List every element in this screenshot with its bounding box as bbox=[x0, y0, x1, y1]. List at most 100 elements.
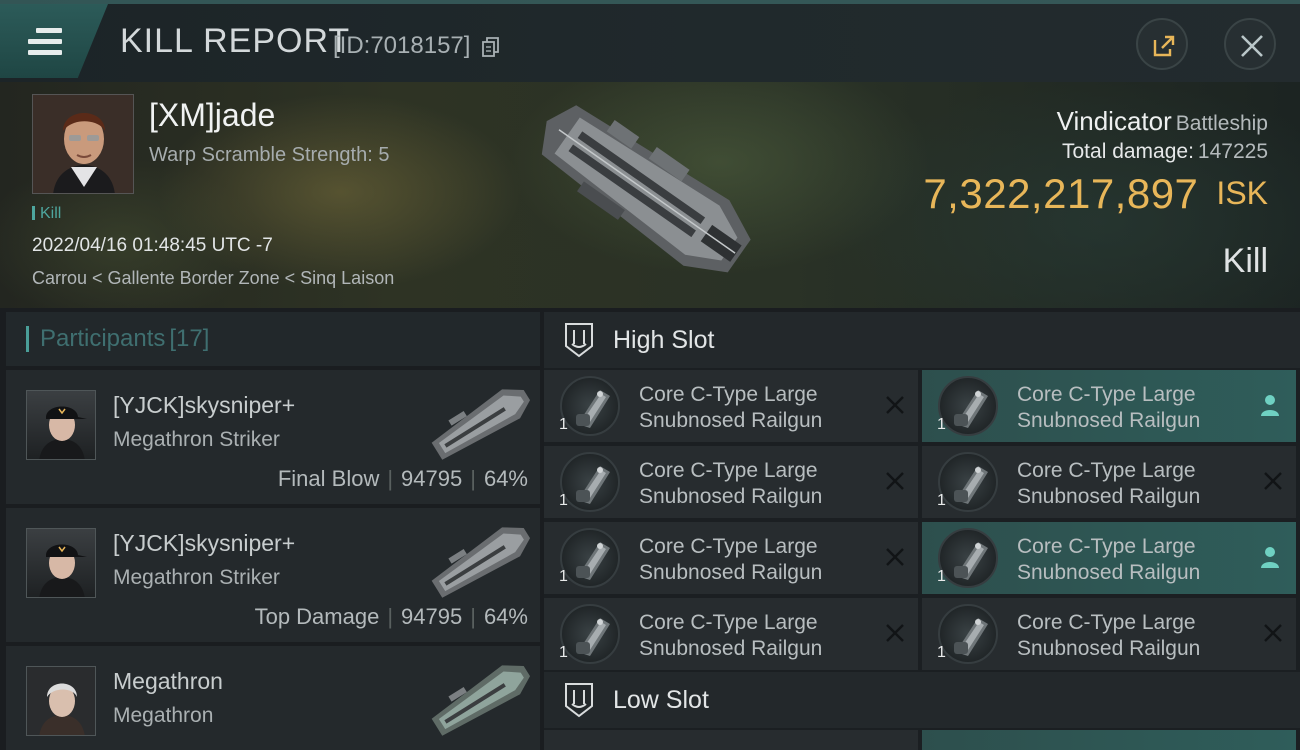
module-item[interactable]: 1 Core C-Type Large Snubnosed Railgun bbox=[922, 522, 1296, 594]
isk-value-line: 7,322,217,897 ISK bbox=[923, 170, 1268, 218]
module-row-partial bbox=[922, 730, 1296, 750]
module-row-partial bbox=[544, 730, 918, 750]
module-icon-frame bbox=[560, 452, 620, 512]
participant-name[interactable]: [YJCK]skysniper+ bbox=[113, 392, 295, 419]
module-name-line2: Snubnosed Railgun bbox=[1017, 561, 1201, 584]
module-quantity: 1 bbox=[559, 416, 568, 433]
module-name-line2: Snubnosed Railgun bbox=[639, 409, 823, 432]
separator: | bbox=[387, 604, 394, 629]
kill-tag-label: Kill bbox=[40, 205, 62, 222]
module-item[interactable]: 1 Core C-Type Large Snubnosed Railgun bbox=[922, 370, 1296, 442]
module-item[interactable]: 1 Core C-Type Large Snubnosed Railgun bbox=[544, 522, 918, 594]
participants-title-line: Participants [17] bbox=[40, 325, 209, 353]
participant-damage: 94795 bbox=[401, 466, 463, 491]
copy-icon[interactable] bbox=[482, 37, 500, 57]
railgun-icon bbox=[576, 466, 610, 504]
high-slot-icon bbox=[565, 323, 593, 358]
participant-avatar bbox=[26, 528, 96, 598]
kill-type-tag: Kill bbox=[32, 205, 61, 223]
module-name-line1: Core C-Type Large bbox=[639, 611, 818, 634]
high-slot-title: High Slot bbox=[613, 326, 715, 354]
railgun-icon bbox=[576, 618, 610, 656]
module-item[interactable]: 1 Core C-Type Large Snubnosed Railgun bbox=[544, 446, 918, 518]
module-name-line2: Snubnosed Railgun bbox=[639, 485, 823, 508]
total-damage-value: 147225 bbox=[1197, 140, 1268, 163]
menu-button[interactable] bbox=[0, 4, 108, 78]
module-name-line1: Core C-Type Large bbox=[1017, 383, 1196, 406]
module-name: Core C-Type Large Snubnosed Railgun bbox=[639, 534, 879, 586]
participant-row[interactable]: Megathron Megathron bbox=[6, 646, 540, 750]
header-accent-line bbox=[0, 0, 1300, 4]
module-name-line2: Snubnosed Railgun bbox=[639, 561, 823, 584]
isk-unit: ISK bbox=[1216, 175, 1268, 211]
menu-icon bbox=[28, 28, 62, 56]
victim-name[interactable]: [XM]jade bbox=[149, 97, 275, 134]
module-name-line1: Core C-Type Large bbox=[1017, 535, 1196, 558]
participants-header-bar bbox=[26, 326, 29, 352]
module-quantity: 1 bbox=[559, 644, 568, 661]
module-name: Core C-Type Large Snubnosed Railgun bbox=[1017, 534, 1257, 586]
module-quantity: 1 bbox=[937, 416, 946, 433]
kill-location[interactable]: Carrou < Gallente Border Zone < Sinq Lai… bbox=[32, 268, 394, 289]
module-name-line2: Snubnosed Railgun bbox=[1017, 637, 1201, 660]
railgun-icon bbox=[576, 390, 610, 428]
victim-ship-image[interactable] bbox=[520, 90, 770, 295]
module-icon-frame bbox=[938, 376, 998, 436]
module-item[interactable]: 1 Core C-Type Large Snubnosed Railgun bbox=[922, 446, 1296, 518]
destroyed-x-icon bbox=[886, 396, 904, 414]
kill-tag-bar bbox=[32, 206, 35, 220]
kill-datetime: 2022/04/16 01:48:45 UTC -7 bbox=[32, 235, 273, 256]
participant-stats: Final Blow | 94795 | 64% bbox=[278, 466, 528, 492]
railgun-icon bbox=[576, 542, 610, 580]
module-quantity: 1 bbox=[937, 644, 946, 661]
kill-result: Kill bbox=[1222, 242, 1268, 280]
low-slot-title: Low Slot bbox=[613, 686, 709, 714]
module-name-line2: Snubnosed Railgun bbox=[1017, 409, 1201, 432]
module-icon-frame bbox=[938, 604, 998, 664]
participant-row[interactable]: [YJCK]skysniper+ Megathron Striker Top D… bbox=[6, 508, 540, 642]
destroyed-x-icon bbox=[1264, 624, 1282, 642]
victim-summary: [XM]jade Warp Scramble Strength: 5 Kill … bbox=[0, 82, 1300, 308]
participant-row[interactable]: [YJCK]skysniper+ Megathron Striker Final… bbox=[6, 370, 540, 504]
destroyed-x-icon bbox=[1264, 472, 1282, 490]
separator: | bbox=[470, 466, 476, 491]
ship-class: Battleship bbox=[1175, 112, 1268, 135]
victim-portrait[interactable] bbox=[32, 94, 134, 194]
share-button[interactable] bbox=[1136, 18, 1188, 70]
participant-avatar bbox=[26, 666, 96, 736]
railgun-icon bbox=[954, 618, 988, 656]
railgun-icon bbox=[954, 542, 988, 580]
module-name-line2: Snubnosed Railgun bbox=[639, 637, 823, 660]
module-item[interactable]: 1 Core C-Type Large Snubnosed Railgun bbox=[544, 370, 918, 442]
report-id: [ID:7018157] bbox=[333, 32, 471, 59]
low-slot-icon bbox=[565, 683, 593, 718]
participant-name[interactable]: Megathron bbox=[113, 668, 223, 695]
victim-ship-line: Vindicator Battleship bbox=[1057, 106, 1268, 137]
module-name: Core C-Type Large Snubnosed Railgun bbox=[1017, 382, 1257, 434]
module-name: Core C-Type Large Snubnosed Railgun bbox=[639, 610, 879, 662]
participant-name[interactable]: [YJCK]skysniper+ bbox=[113, 530, 295, 557]
module-icon-frame bbox=[938, 452, 998, 512]
module-item[interactable]: 1 Core C-Type Large Snubnosed Railgun bbox=[922, 598, 1296, 670]
participant-percent: 64% bbox=[483, 466, 528, 491]
share-icon bbox=[1153, 35, 1175, 57]
separator: | bbox=[387, 466, 394, 491]
ship-name[interactable]: Vindicator bbox=[1057, 106, 1172, 136]
page-title: KILL REPORT bbox=[120, 22, 351, 60]
participant-ship-image bbox=[431, 665, 531, 736]
destroyed-x-icon bbox=[886, 624, 904, 642]
module-icon-frame bbox=[938, 528, 998, 588]
module-quantity: 1 bbox=[937, 492, 946, 509]
character-portrait-image bbox=[33, 95, 133, 193]
participant-ship: Megathron bbox=[113, 704, 214, 727]
module-name: Core C-Type Large Snubnosed Railgun bbox=[1017, 458, 1257, 510]
isk-value: 7,322,217,897 bbox=[923, 170, 1199, 217]
module-quantity: 1 bbox=[559, 492, 568, 509]
close-button[interactable] bbox=[1224, 18, 1276, 70]
module-item[interactable]: 1 Core C-Type Large Snubnosed Railgun bbox=[544, 598, 918, 670]
participant-ship: Megathron Striker bbox=[113, 428, 280, 451]
warp-scramble-strength: Warp Scramble Strength: 5 bbox=[149, 144, 390, 166]
module-name: Core C-Type Large Snubnosed Railgun bbox=[639, 458, 879, 510]
railgun-icon bbox=[954, 390, 988, 428]
module-quantity: 1 bbox=[559, 568, 568, 585]
